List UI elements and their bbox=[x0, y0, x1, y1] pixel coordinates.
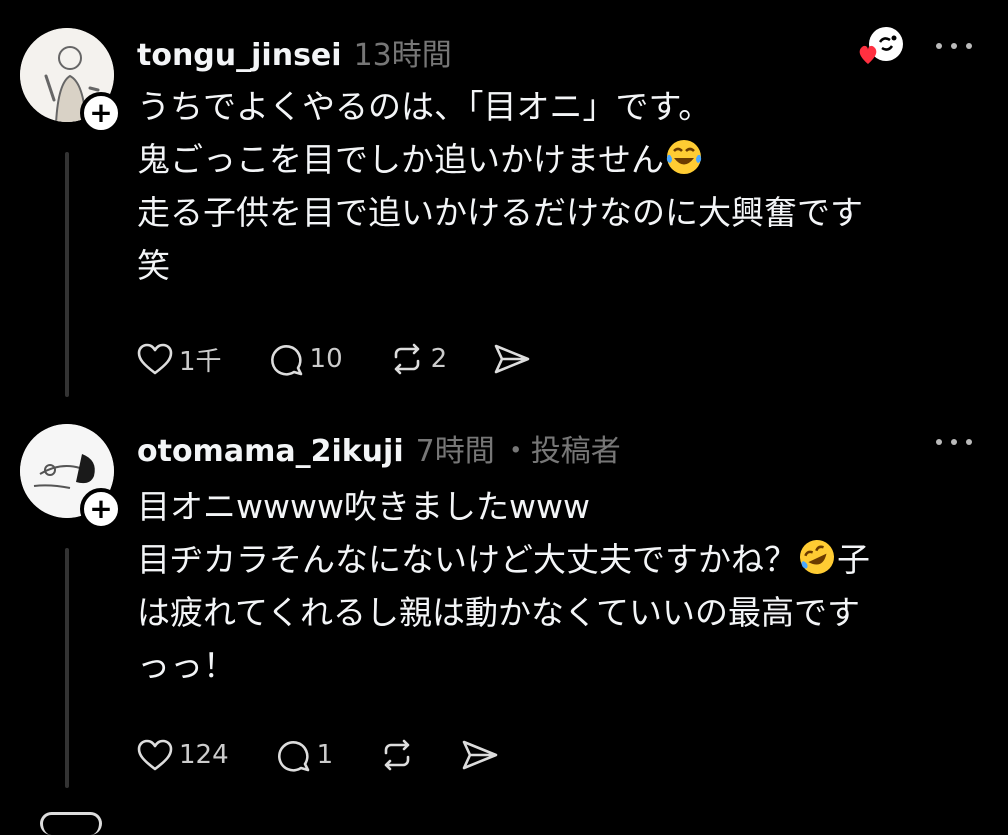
heart-icon bbox=[137, 739, 173, 771]
next-avatar-partial bbox=[40, 812, 102, 835]
timestamp: 7時間 bbox=[415, 434, 495, 469]
reply-count: 10 bbox=[309, 344, 343, 374]
reply-count: 1 bbox=[316, 740, 334, 770]
heart-reaction-avatar-icon[interactable] bbox=[856, 24, 904, 68]
like-button[interactable]: 124 bbox=[137, 738, 229, 772]
comment-text: 目オニwwww吹きましたwww 目ヂカラそんなにないけど大丈夫ですかね？ 子は疲れ… bbox=[137, 487, 870, 685]
face-with-tears-of-joy-icon bbox=[666, 140, 702, 174]
repost-icon bbox=[384, 739, 410, 771]
comment-1: + tongu_jinsei 13時間 うちでよくやるのは、「目オニ」です。 鬼ご… bbox=[0, 0, 1008, 410]
author-badge: ・投稿者 bbox=[500, 434, 621, 469]
heart-icon bbox=[137, 343, 173, 375]
username[interactable]: tongu_jinsei bbox=[137, 38, 342, 73]
username[interactable]: otomama_2ikuji bbox=[137, 434, 404, 469]
comment-bubble-icon bbox=[277, 741, 309, 772]
share-button[interactable] bbox=[461, 738, 499, 772]
send-icon bbox=[494, 344, 530, 374]
more-options-icon[interactable] bbox=[936, 40, 972, 52]
comment-text: うちでよくやるのは、「目オニ」です。 鬼ごっこを目でしか追いかけません 走る子供を… bbox=[137, 87, 863, 285]
follow-plus-button[interactable]: + bbox=[80, 488, 122, 530]
follow-plus-button[interactable]: + bbox=[80, 92, 122, 134]
share-button[interactable] bbox=[493, 342, 531, 376]
reply-button[interactable]: 10 bbox=[268, 341, 343, 377]
more-options-icon[interactable] bbox=[936, 436, 972, 448]
thread-line bbox=[65, 548, 69, 788]
repost-icon bbox=[394, 343, 419, 375]
like-count: 1千 bbox=[179, 346, 222, 377]
repost-button[interactable]: 2 bbox=[389, 341, 448, 377]
comment-bubble-icon bbox=[270, 345, 302, 376]
thread-line bbox=[65, 152, 69, 397]
rolling-on-the-floor-laughing-icon bbox=[800, 540, 834, 574]
send-icon bbox=[462, 740, 498, 770]
reply-button[interactable]: 1 bbox=[275, 737, 334, 773]
like-button[interactable]: 1千 bbox=[137, 341, 222, 378]
timestamp: 13時間 bbox=[353, 38, 452, 73]
repost-button[interactable] bbox=[379, 737, 415, 773]
comment-2: + otomama_2ikuji 7時間 ・投稿者 目オニwwww吹きましたww… bbox=[0, 410, 1008, 821]
like-count: 124 bbox=[179, 740, 229, 770]
repost-count: 2 bbox=[430, 344, 448, 374]
